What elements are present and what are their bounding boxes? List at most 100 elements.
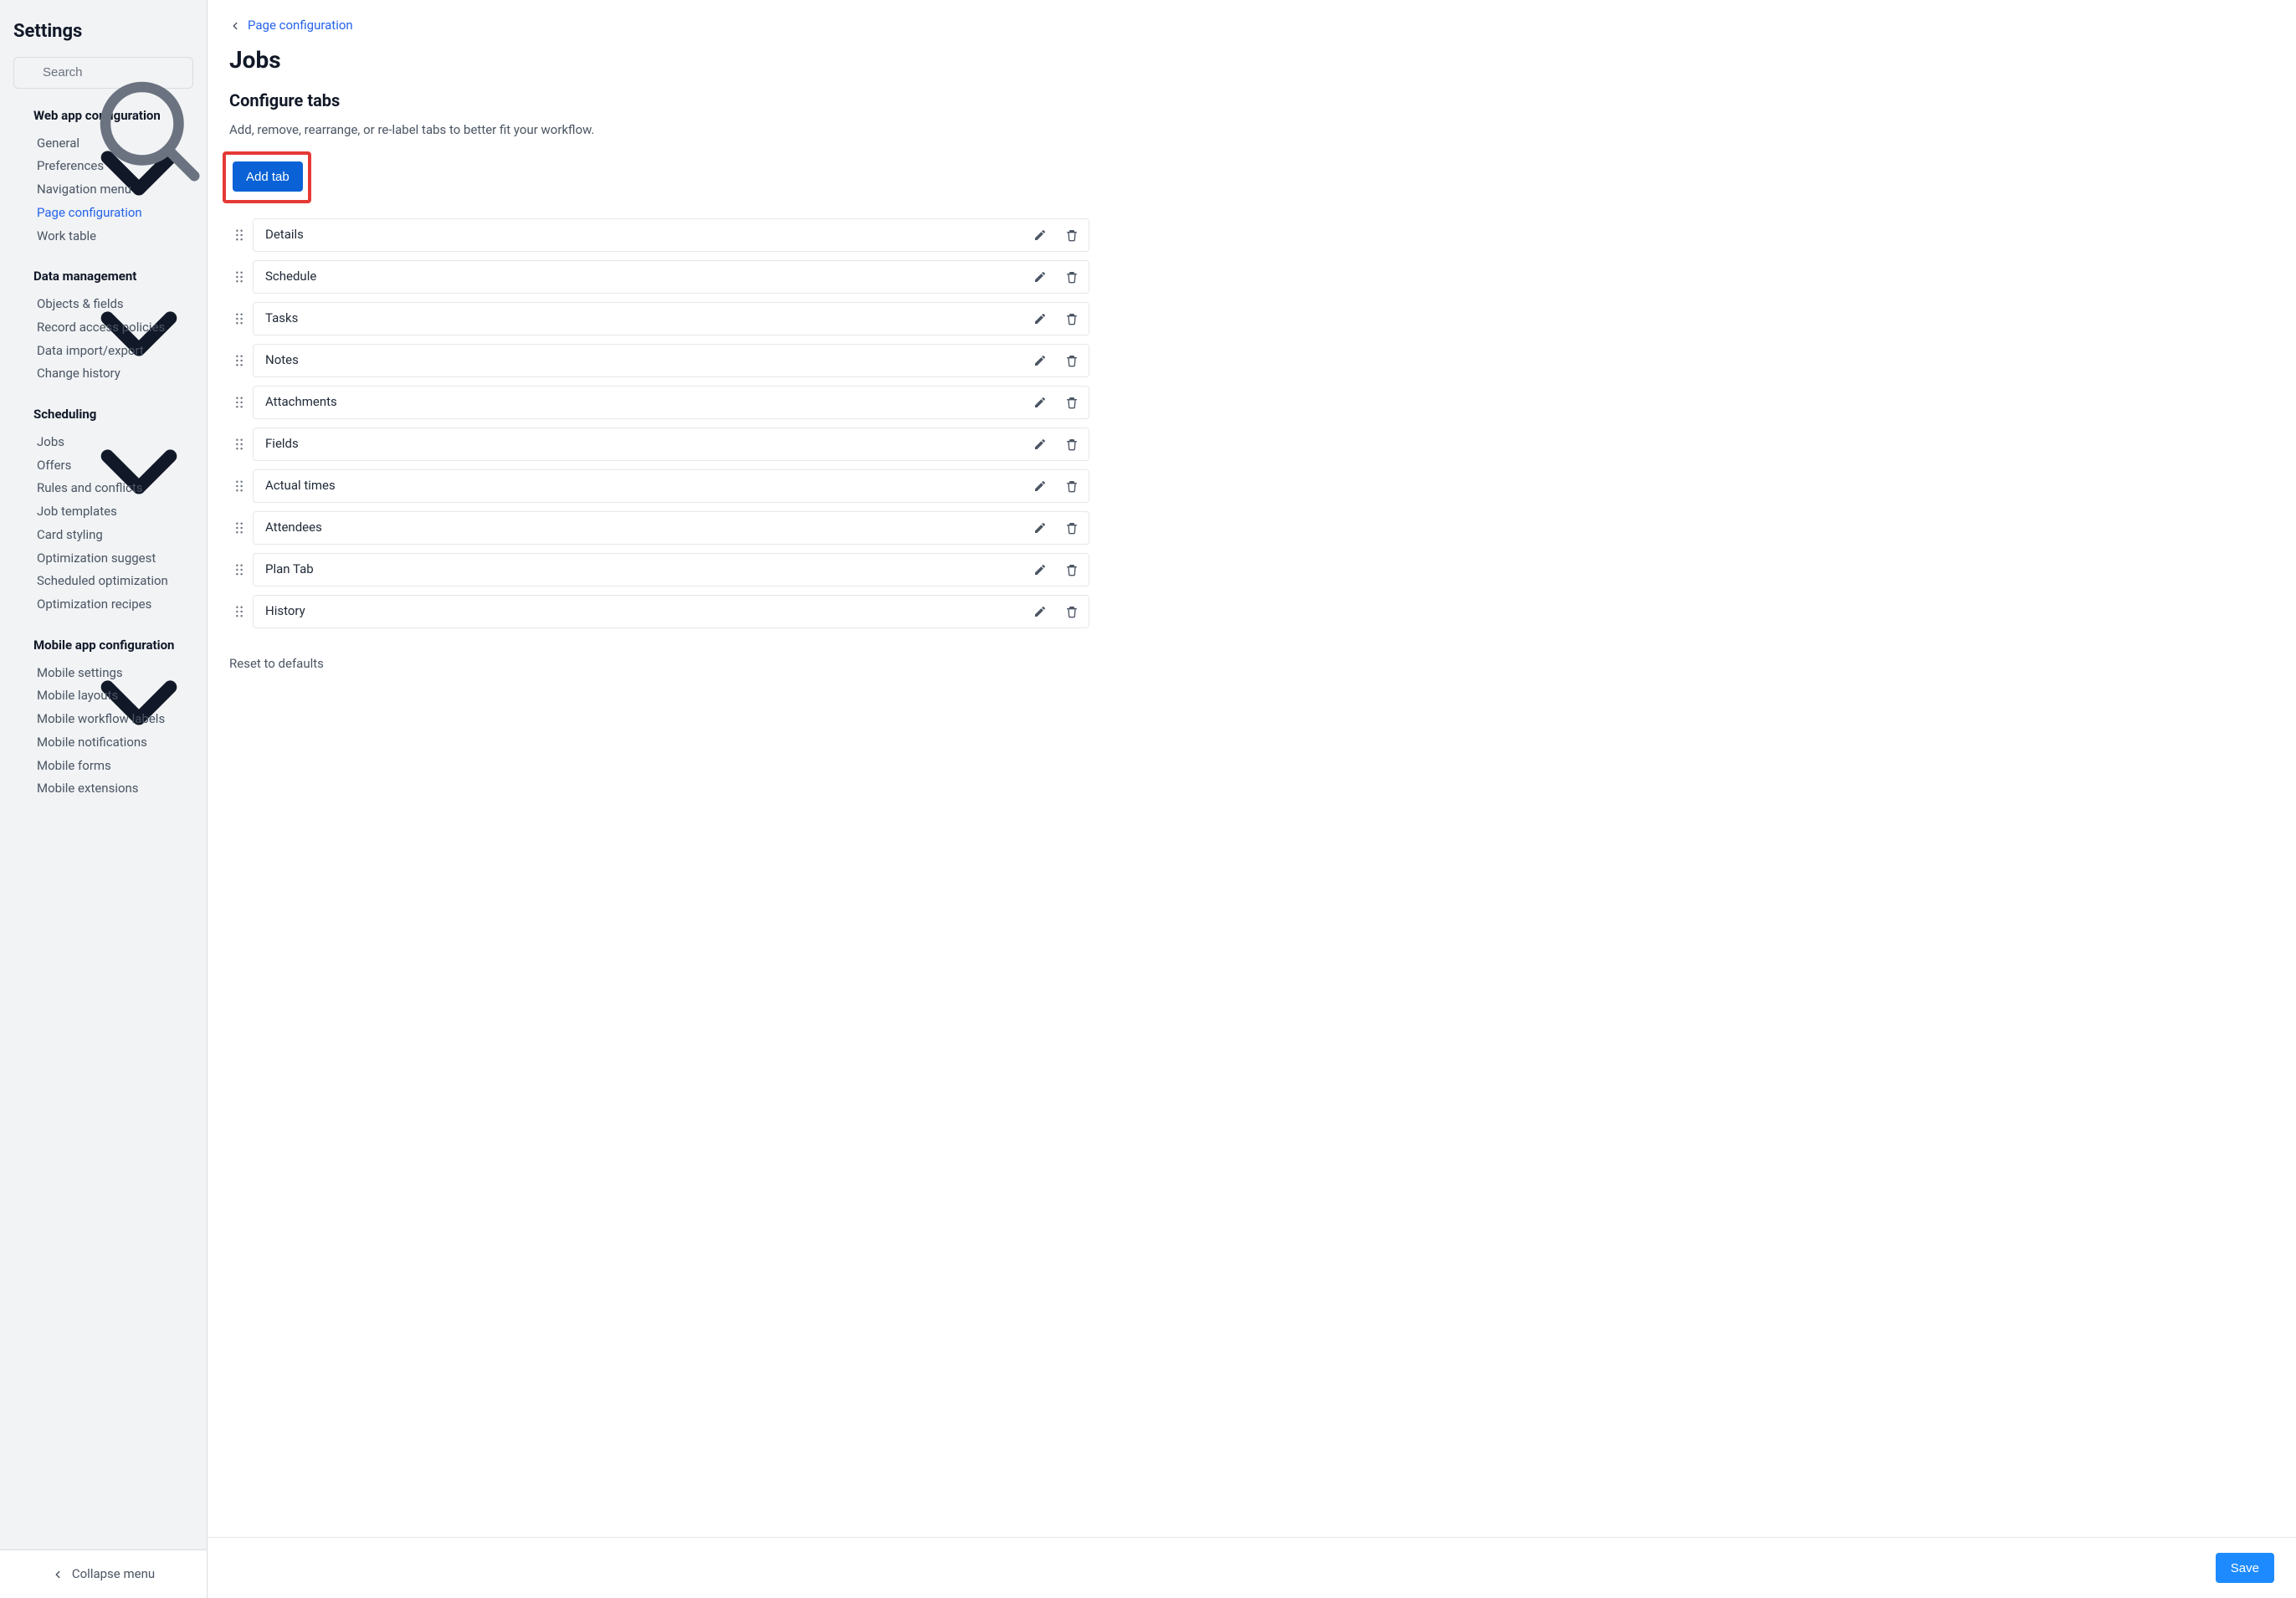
trash-icon (1065, 563, 1079, 576)
tab-actions (1032, 603, 1080, 620)
edit-tab-button[interactable] (1032, 561, 1048, 578)
drag-handle-icon[interactable] (234, 355, 244, 366)
drag-handle-icon[interactable] (234, 397, 244, 408)
trash-icon (1065, 270, 1079, 284)
drag-handle-icon[interactable] (234, 480, 244, 492)
collapse-menu-button[interactable]: Collapse menu (0, 1549, 207, 1598)
nav-section: Mobile app configurationMobile settingsM… (0, 633, 207, 801)
drag-handle-icon[interactable] (234, 606, 244, 617)
drag-handle-icon[interactable] (234, 564, 244, 576)
pencil-icon (1033, 438, 1047, 451)
trash-icon (1065, 396, 1079, 409)
delete-tab-button[interactable] (1063, 436, 1080, 453)
nav-item[interactable]: Optimization recipes (0, 593, 207, 617)
delete-tab-button[interactable] (1063, 603, 1080, 620)
app-root: Settings Web app configurationGeneralPre… (0, 0, 2296, 1598)
reset-to-defaults-link[interactable]: Reset to defaults (229, 655, 324, 674)
delete-tab-button[interactable] (1063, 520, 1080, 536)
tab-actions (1032, 520, 1080, 536)
nav-section-title: Scheduling (33, 406, 96, 424)
search-field-wrap (13, 57, 193, 89)
save-button-label: Save (2231, 1561, 2259, 1575)
nav-item[interactable]: Scheduled optimization (0, 570, 207, 593)
page-title: Jobs (229, 44, 1089, 78)
edit-tab-button[interactable] (1032, 394, 1048, 411)
edit-tab-button[interactable] (1032, 436, 1048, 453)
edit-tab-button[interactable] (1032, 269, 1048, 285)
tab-actions (1032, 478, 1080, 494)
delete-tab-button[interactable] (1063, 227, 1080, 243)
delete-tab-button[interactable] (1063, 352, 1080, 369)
collapse-menu-label: Collapse menu (72, 1565, 155, 1584)
drag-handle-icon[interactable] (234, 522, 244, 534)
tab-row: Fields (234, 428, 1089, 461)
tab-row: Attachments (234, 386, 1089, 419)
tab-row-body: Attendees (253, 511, 1089, 545)
nav-section-header[interactable]: Data management (0, 264, 207, 289)
nav-section-header[interactable]: Mobile app configuration (0, 633, 207, 658)
trash-icon (1065, 605, 1079, 618)
chevron-down-icon (13, 409, 25, 421)
main: Page configuration Jobs Configure tabs A… (208, 0, 2296, 1598)
pencil-icon (1033, 396, 1047, 409)
pencil-icon (1033, 354, 1047, 367)
tab-actions (1032, 561, 1080, 578)
tab-label: Attendees (265, 519, 322, 537)
edit-tab-button[interactable] (1032, 227, 1048, 243)
pencil-icon (1033, 312, 1047, 325)
delete-tab-button[interactable] (1063, 561, 1080, 578)
tab-actions (1032, 310, 1080, 327)
delete-tab-button[interactable] (1063, 394, 1080, 411)
tab-row-body: Notes (253, 344, 1089, 377)
sidebar: Settings Web app configurationGeneralPre… (0, 0, 208, 1598)
drag-handle-icon[interactable] (234, 438, 244, 450)
save-button[interactable]: Save (2216, 1553, 2274, 1583)
tab-label: History (265, 602, 305, 621)
tab-row-body: History (253, 595, 1089, 628)
tab-row: Notes (234, 344, 1089, 377)
trash-icon (1065, 312, 1079, 325)
tab-label: Notes (265, 351, 299, 370)
nav-item[interactable]: Mobile extensions (0, 777, 207, 801)
tab-row: Attendees (234, 511, 1089, 545)
breadcrumb-parent-link[interactable]: Page configuration (248, 17, 353, 35)
pencil-icon (1033, 228, 1047, 242)
nav-item[interactable]: Optimization suggest (0, 547, 207, 571)
drag-handle-icon[interactable] (234, 313, 244, 325)
edit-tab-button[interactable] (1032, 352, 1048, 369)
tab-actions (1032, 436, 1080, 453)
tab-label: Plan Tab (265, 561, 314, 579)
pencil-icon (1033, 521, 1047, 535)
tab-label: Tasks (265, 310, 298, 328)
footer-bar: Save (208, 1537, 2296, 1598)
delete-tab-button[interactable] (1063, 269, 1080, 285)
tab-row-body: Attachments (253, 386, 1089, 419)
sidebar-scroll: Settings Web app configurationGeneralPre… (0, 0, 207, 1549)
edit-tab-button[interactable] (1032, 478, 1048, 494)
drag-handle-icon[interactable] (234, 229, 244, 241)
tab-label: Schedule (265, 268, 316, 286)
trash-icon (1065, 354, 1079, 367)
add-tab-highlight: Add tab (223, 151, 311, 203)
breadcrumb: Page configuration (229, 17, 1089, 35)
chevron-down-icon (13, 640, 25, 652)
tab-actions (1032, 352, 1080, 369)
edit-tab-button[interactable] (1032, 603, 1048, 620)
add-tab-button[interactable]: Add tab (233, 161, 303, 192)
edit-tab-button[interactable] (1032, 310, 1048, 327)
pencil-icon (1033, 563, 1047, 576)
nav-section-header[interactable]: Scheduling (0, 402, 207, 428)
delete-tab-button[interactable] (1063, 310, 1080, 327)
nav-section-title: Data management (33, 268, 136, 286)
delete-tab-button[interactable] (1063, 478, 1080, 494)
tab-list: DetailsScheduleTasksNotesAttachmentsFiel… (234, 218, 1089, 628)
pencil-icon (1033, 479, 1047, 493)
trash-icon (1065, 228, 1079, 242)
nav-section-title: Mobile app configuration (33, 637, 174, 655)
tab-actions (1032, 227, 1080, 243)
drag-handle-icon[interactable] (234, 271, 244, 283)
tab-label: Fields (265, 435, 299, 453)
chevron-down-icon (13, 271, 25, 283)
edit-tab-button[interactable] (1032, 520, 1048, 536)
tab-row-body: Schedule (253, 260, 1089, 294)
